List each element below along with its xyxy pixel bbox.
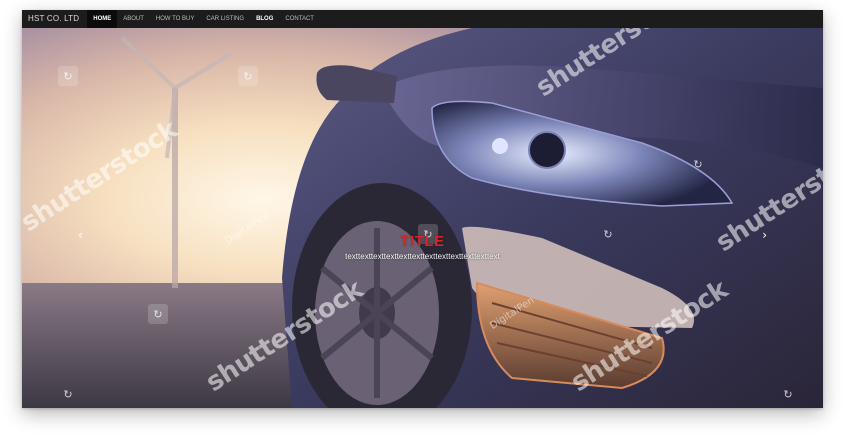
nav-about[interactable]: ABOUT: [117, 10, 150, 28]
nav-how-to-buy[interactable]: HOW TO BUY: [150, 10, 200, 28]
nav-contact[interactable]: CONTACT: [279, 10, 320, 28]
carousel-text: texttexttexttexttexttexttexttexttexttext…: [345, 252, 500, 261]
hero-carousel: shutterstock shutterstock shutterstock s…: [22, 28, 823, 408]
browser-frame: HST CO. LTD HOME ABOUT HOW TO BUY CAR LI…: [22, 10, 823, 408]
carousel-caption: TITLE texttexttexttexttexttexttexttextte…: [22, 233, 823, 261]
watermark-logo-icon: ↻: [783, 387, 793, 401]
hero-image: [22, 28, 823, 408]
nav-car-listing[interactable]: CAR LISTING: [200, 10, 250, 28]
watermark-logo-icon: ↻: [148, 304, 168, 324]
watermark-logo-icon: ↻: [693, 157, 703, 171]
nav-home[interactable]: HOME: [87, 10, 118, 28]
brand-logo[interactable]: HST CO. LTD: [22, 10, 87, 28]
nav-blog[interactable]: BLOG: [250, 10, 279, 28]
watermark-logo-icon: ↻: [58, 66, 78, 86]
watermark-logo-icon: ↻: [238, 66, 258, 86]
carousel-title: TITLE: [400, 233, 445, 250]
navbar: HST CO. LTD HOME ABOUT HOW TO BUY CAR LI…: [22, 10, 823, 28]
watermark-logo-icon: ↻: [63, 387, 73, 401]
